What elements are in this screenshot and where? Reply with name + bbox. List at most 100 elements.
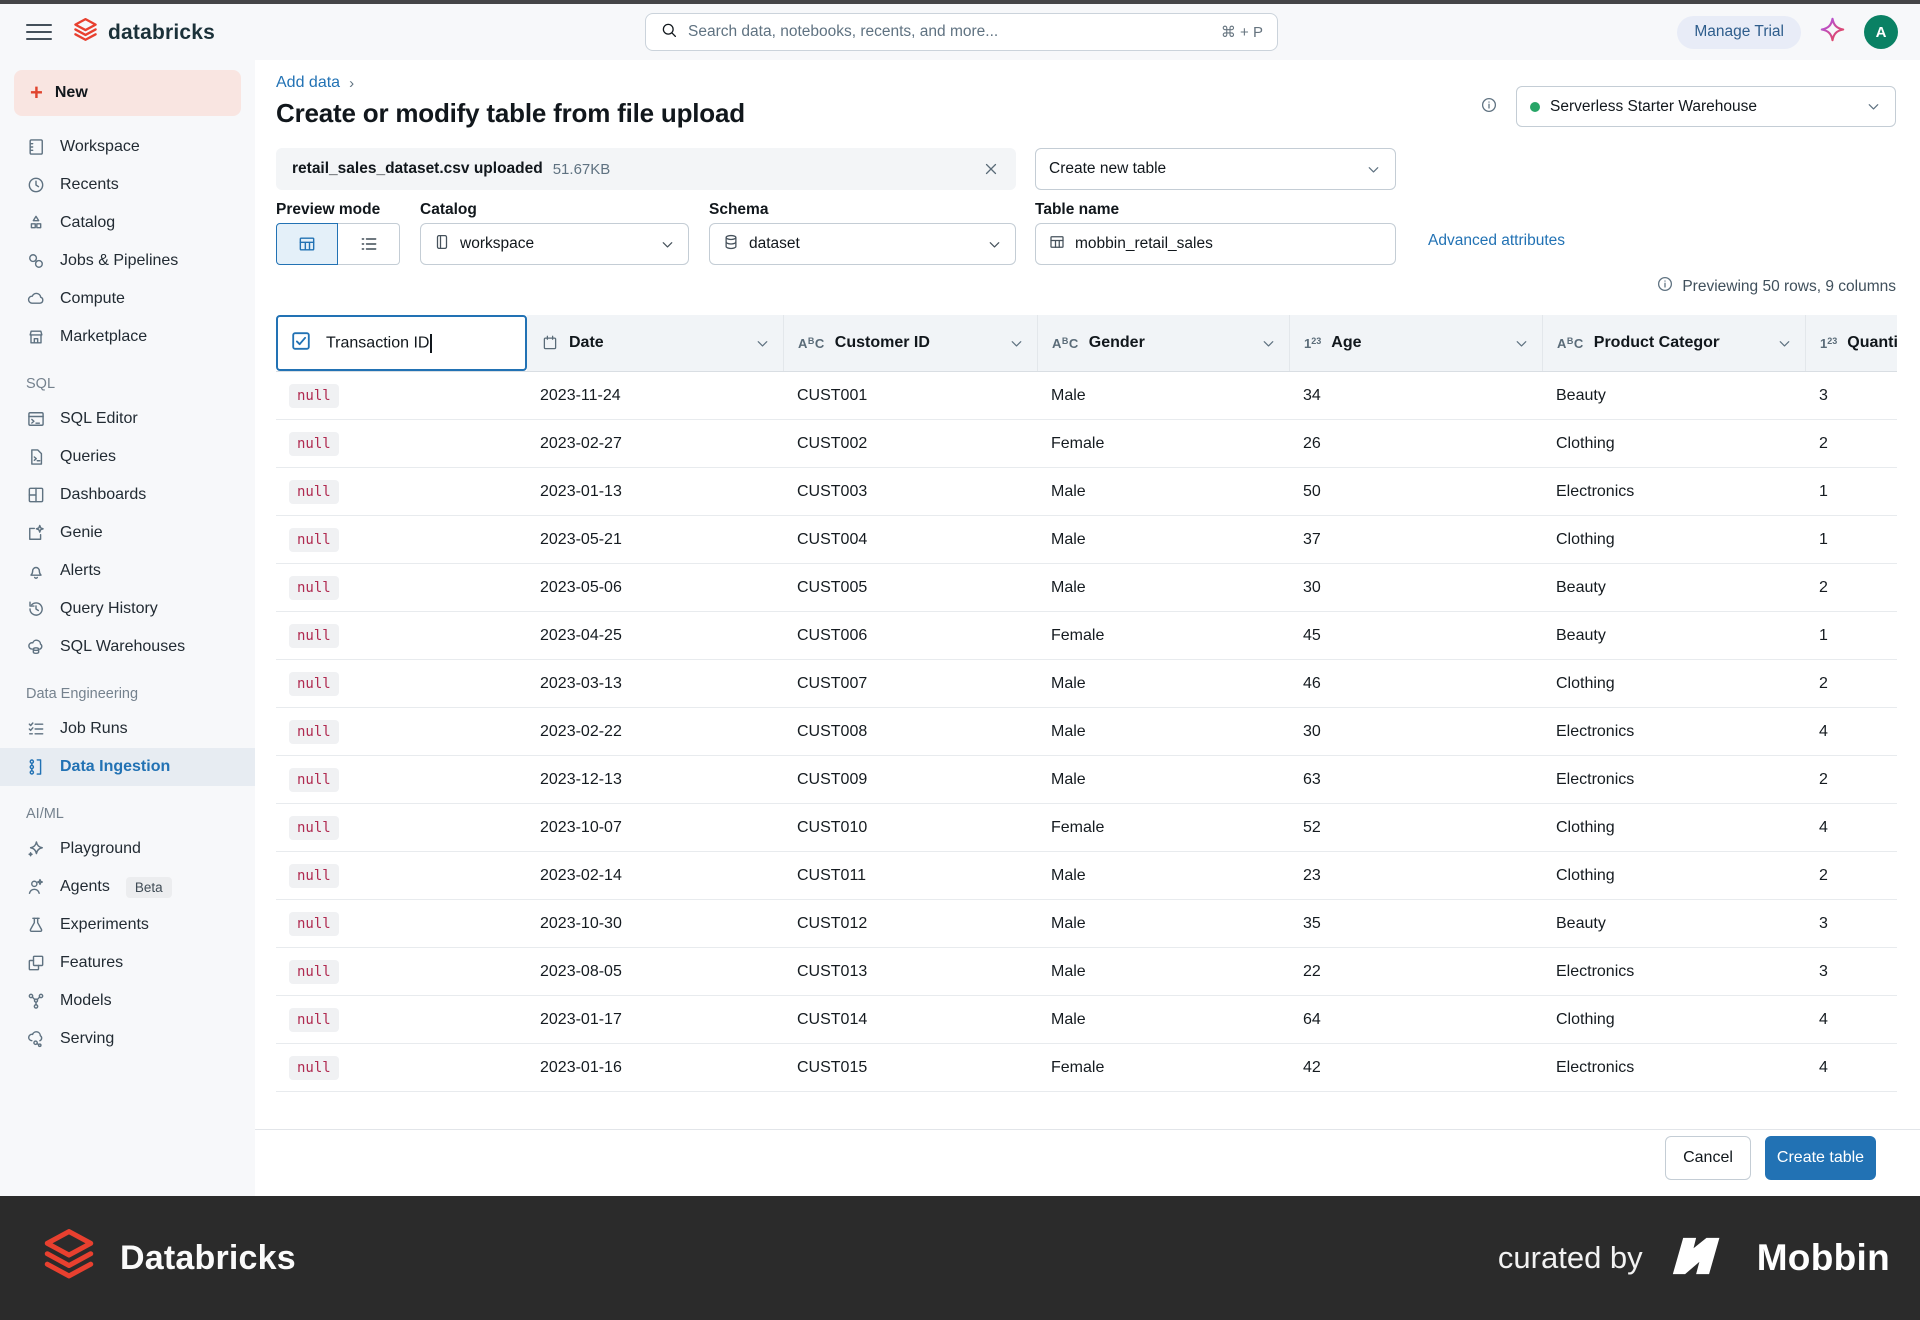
column-header-date[interactable]: Date [527, 315, 784, 371]
table-cell: null [276, 564, 527, 611]
sidebar-item-sql-editor[interactable]: SQL Editor [0, 400, 255, 438]
sidebar-item-serving[interactable]: Serving [0, 1020, 255, 1058]
table-cell: CUST007 [784, 660, 1038, 707]
table-cell: 2023-05-06 [527, 564, 784, 611]
column-header-product-category[interactable]: ABCProduct Category [1543, 315, 1806, 371]
sidebar-item-sql-warehouses[interactable]: SQL Warehouses [0, 628, 255, 666]
sidebar-item-data-ingestion[interactable]: Data Ingestion [0, 748, 255, 786]
schema-select[interactable]: dataset [709, 223, 1016, 265]
chevron-down-icon[interactable] [754, 335, 771, 352]
table-cell: null [276, 1044, 527, 1091]
sidebar-item-genie[interactable]: Genie [0, 514, 255, 552]
table-cell: 2023-02-14 [527, 852, 784, 899]
breadcrumb: Add data › [276, 74, 354, 92]
search-shortcut: ⌘ + P [1221, 23, 1263, 41]
breadcrumb-add-data-link[interactable]: Add data [276, 74, 340, 92]
topbar: databricks ⌘ + P Manage Trial A [0, 4, 1920, 60]
search-icon [660, 21, 678, 44]
catalog-select[interactable]: workspace [420, 223, 689, 265]
actions-divider [255, 1129, 1920, 1130]
sidebar-item-workspace[interactable]: Workspace [0, 128, 255, 166]
sidebar-item-job-runs[interactable]: Job Runs [0, 710, 255, 748]
compute-icon [26, 289, 46, 309]
global-search[interactable]: ⌘ + P [645, 13, 1278, 51]
sidebar-item-models[interactable]: Models [0, 982, 255, 1020]
new-button[interactable]: + New [14, 70, 241, 116]
sql-editor-icon [26, 409, 46, 429]
warehouse-selector[interactable]: Serverless Starter Warehouse [1516, 86, 1896, 127]
sidebar-item-alerts[interactable]: Alerts [0, 552, 255, 590]
sidebar-item-agents[interactable]: AgentsBeta [0, 868, 255, 906]
table-cell: Beauty [1543, 900, 1806, 947]
jobs-pipelines-icon [26, 251, 46, 271]
marketplace-icon [26, 327, 46, 347]
assistant-sparkle-icon[interactable] [1819, 16, 1846, 48]
manage-trial-button[interactable]: Manage Trial [1677, 16, 1801, 49]
preview-mode-raw-button[interactable] [338, 223, 400, 265]
queries-icon [26, 447, 46, 467]
table-cell: 2 [1806, 420, 1897, 467]
column-header-age[interactable]: 123Age [1290, 315, 1543, 371]
column-header-customer-id[interactable]: ABCCustomer ID [784, 315, 1038, 371]
sidebar-item-catalog[interactable]: Catalog [0, 204, 255, 242]
number-type-icon: 123 [1304, 336, 1321, 351]
null-value-badge: null [289, 960, 339, 984]
sidebar-item-experiments[interactable]: Experiments [0, 906, 255, 944]
databricks-logo-icon [72, 17, 99, 49]
features-icon [26, 953, 46, 973]
chevron-down-icon[interactable] [1776, 335, 1793, 352]
databricks-footer-logo-icon [40, 1227, 98, 1290]
chevron-down-icon[interactable] [1008, 335, 1025, 352]
chevron-down-icon[interactable] [1513, 335, 1530, 352]
sidebar-item-features[interactable]: Features [0, 944, 255, 982]
table-row: null2023-02-14CUST011Male23Clothing2 [276, 852, 1897, 900]
sidebar-item-recents[interactable]: Recents [0, 166, 255, 204]
sidebar-item-playground[interactable]: Playground [0, 830, 255, 868]
remove-file-icon[interactable] [982, 160, 1000, 178]
search-input[interactable] [688, 23, 1211, 41]
table-mode-select[interactable]: Create new table [1035, 148, 1396, 190]
preview-mode-table-button[interactable] [276, 223, 338, 265]
sidebar-item-jobs-pipelines[interactable]: Jobs & Pipelines [0, 242, 255, 280]
table-cell: 2023-10-07 [527, 804, 784, 851]
chevron-down-icon[interactable] [1260, 335, 1277, 352]
table-cell: null [276, 756, 527, 803]
checkbox-checked-icon[interactable] [290, 330, 312, 357]
table-cell: 2023-01-13 [527, 468, 784, 515]
create-table-button[interactable]: Create table [1765, 1136, 1876, 1180]
table-cell: 46 [1290, 660, 1543, 707]
advanced-attributes-link[interactable]: Advanced attributes [1428, 232, 1565, 250]
alerts-icon [26, 561, 46, 581]
table-cell: null [276, 852, 527, 899]
cancel-button[interactable]: Cancel [1665, 1136, 1751, 1180]
sidebar-item-queries[interactable]: Queries [0, 438, 255, 476]
warehouse-info-icon[interactable] [1480, 96, 1498, 119]
table-cell: Clothing [1543, 660, 1806, 707]
column-header-quantity[interactable]: 123Quantity [1806, 315, 1897, 371]
table-name-input[interactable]: mobbin_retail_sales [1035, 223, 1396, 265]
table-cell: 1 [1806, 516, 1897, 563]
file-size: 51.67KB [553, 161, 611, 178]
table-cell: 4 [1806, 996, 1897, 1043]
table-cell: Male [1038, 852, 1290, 899]
sidebar-item-compute[interactable]: Compute [0, 280, 255, 318]
sidebar-item-marketplace[interactable]: Marketplace [0, 318, 255, 356]
column-header-transaction-id-input[interactable]: Transaction ID [276, 315, 527, 371]
table-cell: CUST011 [784, 852, 1038, 899]
sidebar-item-query-history[interactable]: Query History [0, 590, 255, 628]
warehouse-status-dot [1530, 102, 1540, 112]
column-header-gender[interactable]: ABCGender [1038, 315, 1290, 371]
table-cell: CUST010 [784, 804, 1038, 851]
table-cell: 2023-04-25 [527, 612, 784, 659]
table-cell: 3 [1806, 900, 1897, 947]
table-cell: null [276, 660, 527, 707]
null-value-badge: null [289, 432, 339, 456]
table-cell: Male [1038, 660, 1290, 707]
table-cell: Male [1038, 564, 1290, 611]
user-avatar[interactable]: A [1864, 15, 1898, 49]
sidebar: + New WorkspaceRecentsCatalogJobs & Pipe… [0, 60, 255, 1196]
sidebar-item-dashboards[interactable]: Dashboards [0, 476, 255, 514]
hamburger-menu-icon[interactable] [26, 20, 52, 44]
footer-brand-text: Databricks [120, 1239, 296, 1278]
brand[interactable]: databricks [72, 17, 215, 49]
